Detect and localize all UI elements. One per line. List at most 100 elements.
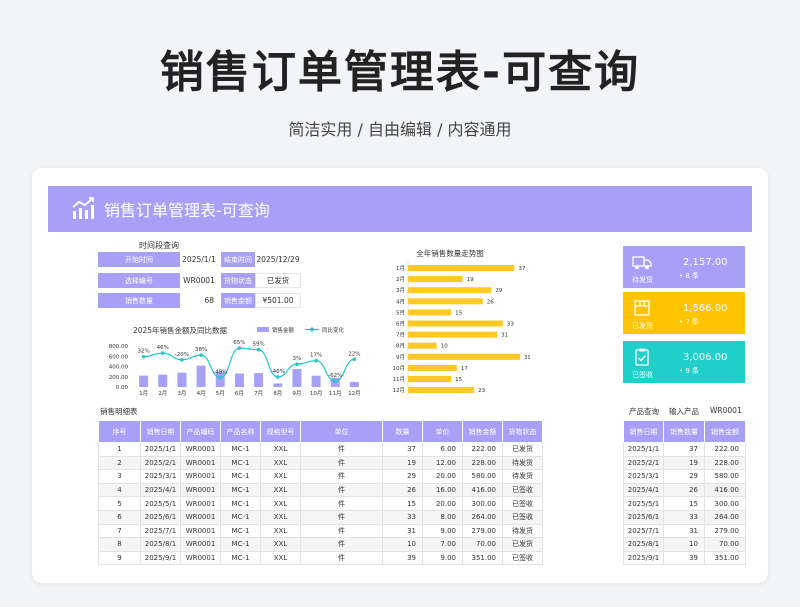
table-cell: XXL [260,550,301,566]
qty-bar [408,298,483,305]
choose-code-value[interactable]: WR0001 [180,273,218,288]
table-cell: 16.00 [422,482,463,498]
table-cell: 已签收 [502,482,543,498]
y-tick-label: 600.00 [109,354,129,360]
stat-card-3: 已签收 3,006.00 • 9 条 [623,341,745,383]
box-icon [634,300,650,316]
sales-amount-value: ¥501.00 [255,293,301,308]
yoy-data-label: -49% [213,370,227,376]
yoy-point [141,354,146,359]
table-row: 2025/3/1 29 580.00 [623,469,746,484]
table-cell: 19 [382,455,423,471]
end-time-value[interactable]: 2025/12/29 [255,252,301,267]
table-cell: 15 [663,496,705,511]
table-cell: MC-1 [220,469,261,484]
table-cell: XXL [260,455,301,471]
table-row: 2025/7/1 31 279.00 [623,523,746,539]
x-tick-label: 2月 [158,390,167,397]
table-cell: MC-1 [220,455,261,471]
table-cell: 20.00 [422,496,463,511]
column-header: 单价 [422,420,463,443]
qty-category-label: 12月 [393,387,406,394]
table-cell: 26 [663,482,705,498]
table-cell: 351.00 [704,550,746,566]
column-header: 货物状态 [502,420,543,443]
table-cell: XXL [260,469,301,484]
table-cell: 70.00 [704,537,746,552]
yoy-data-label: 3% [293,356,302,362]
table-row: 7 2025/7/1 WR0001 MC-1 XXL 件 31 9.00 279.00 待发货 [98,523,543,539]
stat-value: 3,006.00 [683,352,728,363]
table-cell: 29 [663,469,705,484]
qty-bar [408,276,463,283]
legend-yoy: 同比变化 [322,326,345,334]
amount-bar [311,375,321,387]
table-cell: WR0001 [180,509,221,525]
table-cell: 264.00 [462,509,503,525]
stat-card-1: 待发货 2,157.00 • 8 条 [623,246,745,288]
table-cell: 26 [382,482,423,498]
table-cell: MC-1 [220,482,261,498]
table-cell: 2025/2/1 [623,455,664,471]
table-cell: 33 [382,509,423,525]
table-cell: 2025/7/1 [623,523,664,539]
amount-bar [139,375,149,387]
amount-chart-title: 2025年销售金额及同比数据 [133,325,228,335]
table-cell: 2025/1/1 [623,442,664,457]
table-cell: 待发货 [502,455,543,471]
column-header: 规格型号 [260,420,301,443]
table-cell: 件 [300,509,383,525]
legend-amount: 销售金额 [272,326,295,334]
stat-label: 已签收 [632,371,653,379]
table-cell: 2 [98,455,141,471]
qty-data-label: 19 [467,277,474,283]
table-cell: 2025/6/1 [140,509,181,525]
table-cell: 9.00 [422,523,463,539]
goods-status-value[interactable]: 已发货 [255,273,301,288]
table-cell: 10 [382,537,423,552]
table-cell: MC-1 [220,509,261,525]
input-product-value[interactable]: WR0001 [710,406,742,415]
table-row: 2025/1/1 37 222.00 [623,442,746,457]
table-cell: 已签收 [502,496,543,511]
query-result-table: 销售日期 销售数量 销售金额 2025/1/1 37 222.00 2025/2/1 19 2… [623,420,746,566]
table-cell: 2025/9/1 [623,550,664,566]
amount-bar [158,374,168,387]
table-cell: 5 [98,496,141,511]
table-cell: XXL [260,537,301,552]
table-cell: WR0001 [180,523,221,539]
table-cell: 416.00 [462,482,503,498]
stat-label: 已发货 [632,322,653,330]
qty-category-label: 11月 [393,376,406,383]
yoy-point [333,379,338,383]
column-header: 产品名称 [220,420,261,443]
table-cell: 264.00 [704,509,746,525]
stat-value: 2,157.00 [683,257,728,268]
table-cell: 件 [300,455,383,471]
start-time-value[interactable]: 2025/1/1 [180,252,218,267]
qty-category-label: 4月 [396,298,405,305]
table-cell: 9 [98,550,141,566]
table-cell: 29 [382,469,423,484]
column-header: 销售日期 [140,420,181,443]
table-row: 2025/8/1 10 70.00 [623,537,746,552]
table-cell: 2025/8/1 [140,537,181,552]
yoy-point [314,358,318,363]
qty-data-label: 17 [461,366,468,372]
stat-count: • 9 条 [679,367,700,375]
table-cell: 8.00 [422,509,463,525]
qty-data-label: 23 [478,388,485,394]
table-cell: WR0001 [180,469,221,484]
x-tick-label: 11月 [329,390,342,397]
amount-bar [292,369,302,387]
table-cell: 580.00 [462,469,503,484]
stat-count: • 8 条 [679,272,700,280]
table-cell: 279.00 [462,523,503,539]
table-cell: 351.00 [462,550,503,566]
table-cell: XXL [260,442,301,457]
table-cell: 6 [98,509,141,525]
table-row: 2025/9/1 39 351.00 [623,550,746,566]
x-tick-label: 3月 [177,390,186,397]
table-row: 3 2025/3/1 WR0001 MC-1 XXL 件 29 20.00 580.00 待发货 [98,469,543,484]
x-tick-label: 9月 [292,390,301,397]
